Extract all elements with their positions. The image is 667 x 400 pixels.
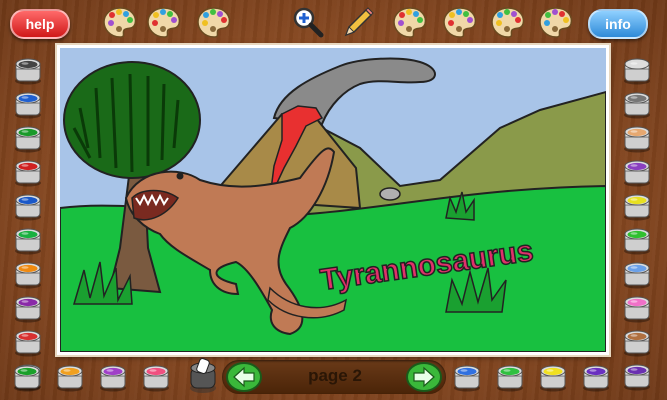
palette-button[interactable] — [146, 5, 182, 39]
prev-page-button[interactable] — [226, 362, 262, 392]
page-number-label: page 2 — [308, 366, 362, 385]
help-button[interactable]: help — [10, 9, 70, 39]
palette-button[interactable] — [102, 5, 138, 39]
palette-icon — [103, 7, 137, 38]
paint-jar-icon — [540, 365, 566, 392]
paint-jar[interactable] — [13, 327, 43, 357]
paint-jar[interactable] — [581, 362, 611, 392]
pencil-button[interactable] — [340, 5, 376, 39]
paint-jar-icon — [15, 228, 41, 255]
right-arrow-icon — [406, 362, 442, 392]
paint-jar-icon — [624, 262, 650, 289]
paint-jar[interactable] — [622, 293, 652, 323]
palette-icon — [393, 7, 427, 38]
paint-jar-icon — [15, 58, 41, 85]
paint-jar-icon — [143, 365, 169, 392]
paint-jar-icon — [15, 262, 41, 289]
palette-button[interactable] — [490, 5, 526, 39]
paint-jar-icon — [624, 92, 650, 119]
paint-jar-icon — [15, 194, 41, 221]
paint-jar[interactable] — [13, 55, 43, 85]
paint-jar[interactable] — [622, 259, 652, 289]
info-button[interactable]: info — [588, 9, 648, 39]
paint-jar-icon — [624, 364, 650, 391]
paint-jar-icon — [15, 330, 41, 357]
paint-jar[interactable] — [622, 157, 652, 187]
coloring-canvas[interactable]: Tyrannosaurus — [57, 45, 609, 355]
left-arrow-icon — [226, 362, 262, 392]
paint-jar-icon — [15, 126, 41, 153]
paint-jar-icon — [624, 296, 650, 323]
paint-jar[interactable] — [452, 362, 482, 392]
zoom-icon — [293, 7, 324, 38]
tree-leaves-region — [63, 61, 201, 179]
paint-jar[interactable] — [13, 259, 43, 289]
paint-jar[interactable] — [13, 225, 43, 255]
paint-jar-icon — [583, 365, 609, 392]
paint-jar-icon — [624, 58, 650, 85]
paint-jar[interactable] — [622, 89, 652, 119]
paint-jar[interactable] — [622, 55, 652, 85]
paint-jar[interactable] — [495, 362, 525, 392]
paint-jar-icon — [497, 365, 523, 392]
palette-icon — [147, 7, 181, 38]
eraser-icon — [190, 358, 216, 393]
paint-jar[interactable] — [622, 327, 652, 357]
palette-icon — [197, 7, 231, 38]
paint-jar-icon — [624, 194, 650, 221]
paint-jar[interactable] — [13, 157, 43, 187]
paint-jar[interactable] — [622, 225, 652, 255]
paint-jar-icon — [624, 228, 650, 255]
paint-jar[interactable] — [622, 361, 652, 391]
coloring-picture[interactable]: Tyrannosaurus — [60, 48, 606, 352]
paint-jar-icon — [100, 365, 126, 392]
rock-region — [379, 187, 401, 201]
paint-jar[interactable] — [13, 191, 43, 221]
paint-jar-icon — [624, 160, 650, 187]
palette-button[interactable] — [392, 5, 428, 39]
palette-icon — [491, 7, 525, 38]
paint-jar[interactable] — [13, 123, 43, 153]
paint-jar[interactable] — [13, 293, 43, 323]
paint-jar-icon — [454, 365, 480, 392]
paint-jar-icon — [14, 365, 40, 392]
paint-jar[interactable] — [622, 123, 652, 153]
palette-button[interactable] — [196, 5, 232, 39]
paint-jar[interactable] — [141, 362, 171, 392]
paint-jar-icon — [57, 365, 83, 392]
palette-button[interactable] — [538, 5, 574, 39]
eraser-button[interactable] — [186, 358, 220, 394]
paint-jar[interactable] — [55, 362, 85, 392]
paint-jar[interactable] — [98, 362, 128, 392]
paint-jar[interactable] — [12, 362, 42, 392]
zoom-button[interactable] — [290, 5, 326, 39]
paint-jar-icon — [15, 92, 41, 119]
paint-jar-icon — [624, 330, 650, 357]
paint-jar-icon — [15, 160, 41, 187]
palette-icon — [539, 7, 573, 38]
paint-jar-icon — [15, 296, 41, 323]
paint-jar[interactable] — [538, 362, 568, 392]
paint-jar[interactable] — [13, 89, 43, 119]
palette-button[interactable] — [442, 5, 478, 39]
pencil-icon — [344, 7, 374, 37]
paint-jar[interactable] — [622, 191, 652, 221]
palette-icon — [443, 7, 477, 38]
paint-jar-icon — [624, 126, 650, 153]
next-page-button[interactable] — [406, 362, 442, 392]
